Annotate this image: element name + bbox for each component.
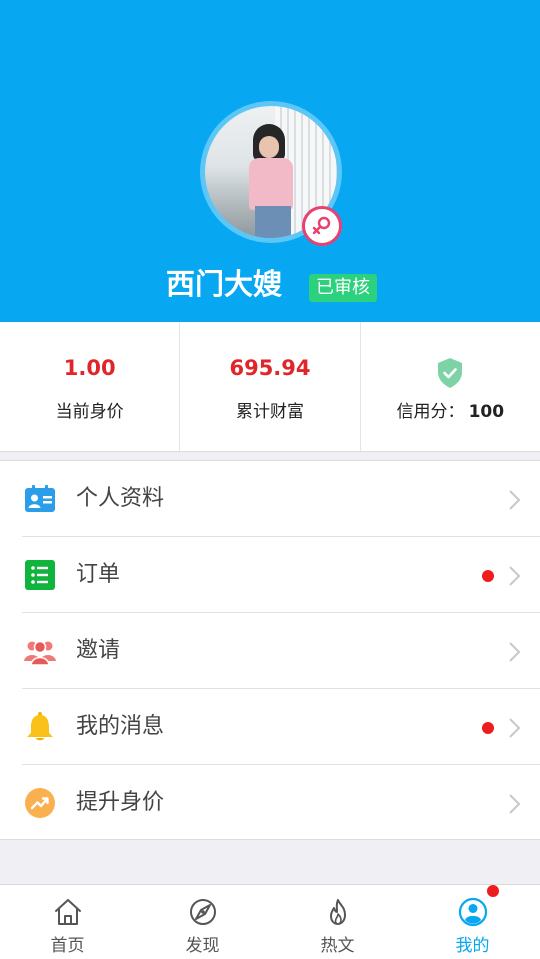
notification-dot	[482, 722, 494, 734]
tab-label-discover: 发现	[185, 936, 220, 956]
trend-up-icon	[25, 788, 55, 818]
order-list-icon	[25, 560, 55, 590]
chevron-right-icon	[509, 642, 521, 662]
chevron-right-icon	[509, 490, 521, 510]
tab-notification-dot	[487, 885, 499, 897]
notification-dot	[482, 570, 494, 582]
menu-label-messages: 我的消息	[76, 714, 165, 739]
menu-label-profile: 个人资料	[76, 486, 165, 511]
home-icon	[54, 899, 81, 925]
menu-item-orders[interactable]: 订单	[0, 537, 540, 613]
credit-score: 信用分： 100	[361, 397, 540, 422]
profile-card-icon	[25, 485, 55, 512]
credit-label: 信用分：	[396, 402, 465, 422]
stat-credit[interactable]: 信用分： 100	[361, 322, 540, 451]
tab-mine[interactable]: 我的	[405, 885, 540, 959]
menu-label-upgrade: 提升身价	[76, 790, 165, 815]
fire-icon	[329, 899, 346, 925]
chevron-right-icon	[509, 566, 521, 586]
stat-wealth[interactable]: 695.94 累计财富	[180, 322, 361, 451]
menu-item-invite[interactable]: 邀请	[0, 613, 540, 689]
menu-label-invite: 邀请	[76, 638, 121, 663]
wealth-value: 695.94	[229, 356, 311, 380]
menu-item-profile[interactable]: 个人资料	[0, 461, 540, 537]
tab-label-mine: 我的	[455, 936, 490, 956]
stat-worth[interactable]: 1.00 当前身价	[0, 322, 181, 451]
verified-badge: 已审核	[309, 274, 377, 302]
tab-bar: 首页 发现 热文 我的	[0, 884, 540, 959]
menu-item-upgrade[interactable]: 提升身价	[0, 765, 540, 841]
menu-label-orders: 订单	[76, 562, 121, 587]
chevron-right-icon	[509, 718, 521, 738]
username: 西门大嫂	[166, 267, 283, 301]
stats-panel: 1.00 当前身价 695.94 累计财富 信用分： 100	[0, 322, 540, 452]
shield-check-icon	[437, 358, 462, 388]
tab-label-home: 首页	[50, 936, 85, 956]
bell-icon	[27, 712, 53, 741]
female-icon	[302, 206, 342, 246]
tab-discover[interactable]: 发现	[135, 885, 270, 959]
invite-people-icon	[24, 640, 56, 666]
menu-item-messages[interactable]: 我的消息	[0, 689, 540, 765]
worth-label: 当前身价	[55, 402, 124, 422]
credit-value: 100	[468, 402, 505, 422]
tab-hot[interactable]: 热文	[270, 885, 405, 959]
discover-icon	[189, 899, 216, 925]
tab-label-hot: 热文	[320, 936, 355, 956]
profile-header: 西门大嫂 已审核	[0, 0, 540, 322]
chevron-right-icon	[509, 794, 521, 814]
user-icon	[458, 897, 487, 927]
tab-home[interactable]: 首页	[0, 885, 135, 959]
worth-value: 1.00	[63, 356, 116, 380]
wealth-label: 累计财富	[235, 402, 304, 422]
menu-list: 个人资料 订单 邀请 我的消息 提升身价	[0, 460, 540, 840]
